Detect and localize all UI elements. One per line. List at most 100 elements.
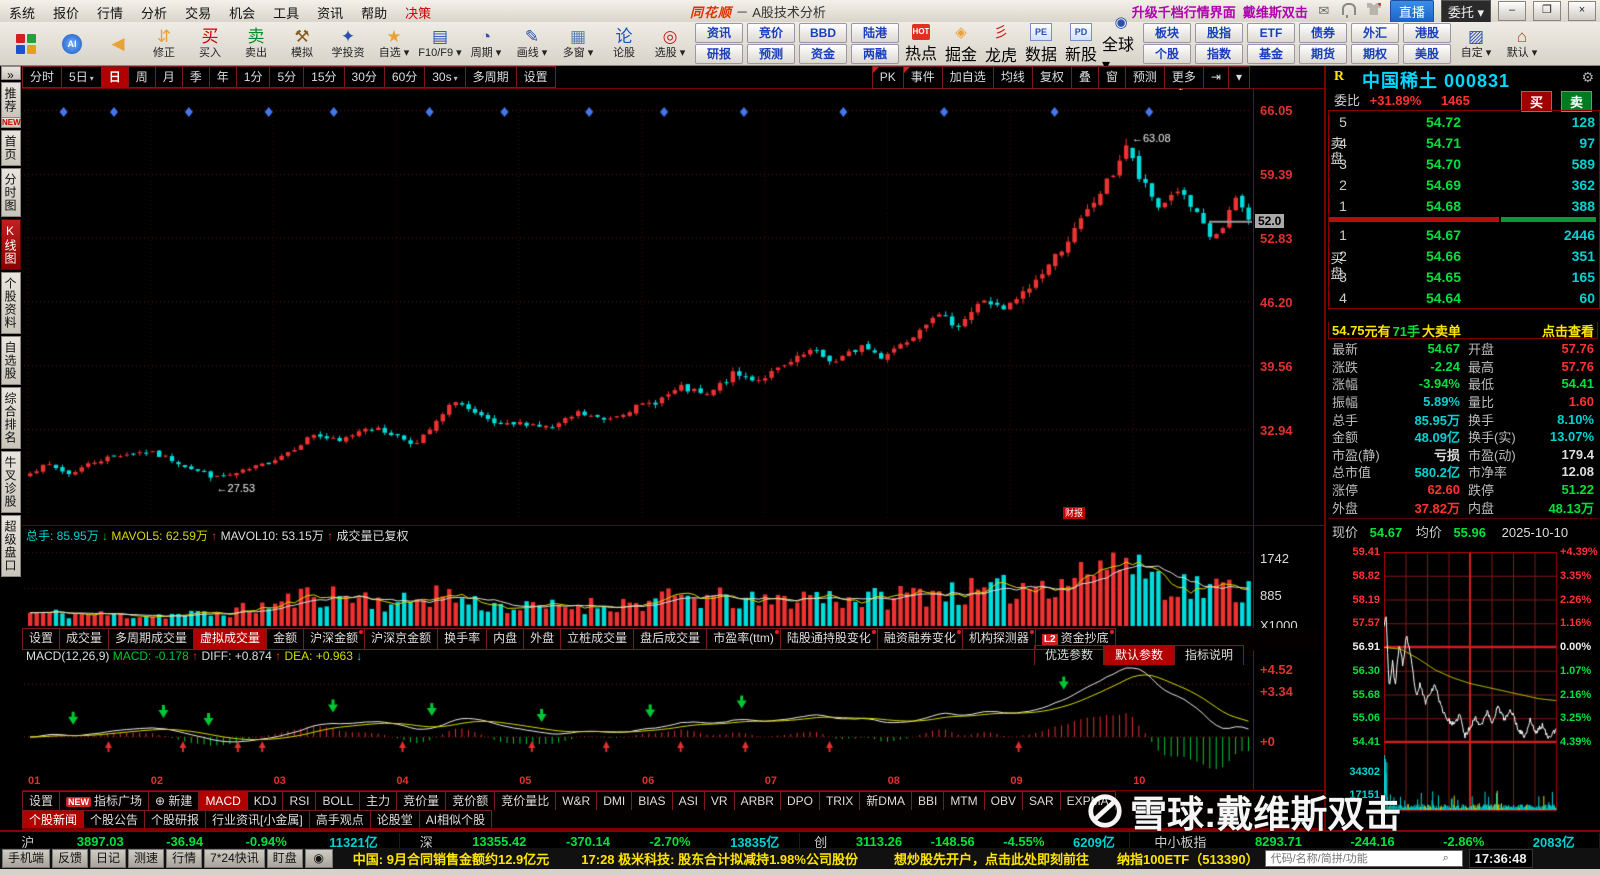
vol-tab-金额[interactable]: 金额 bbox=[267, 628, 305, 650]
period-tab-1分[interactable]: 1分 bbox=[236, 66, 271, 88]
toolbar-simulate-button[interactable]: ⚒ 模拟 bbox=[280, 24, 324, 64]
search-input[interactable] bbox=[1268, 851, 1443, 866]
gear-icon[interactable]: ⚙ bbox=[1581, 69, 1594, 86]
menu-资讯[interactable]: 资讯 bbox=[308, 0, 352, 22]
monitor-icon[interactable]: ◉ bbox=[304, 849, 333, 868]
toolbar-default-button[interactable]: ⌂ 默认 ▾ bbox=[1500, 24, 1544, 64]
sidebar-item-综合排名[interactable]: 综合排名 bbox=[1, 387, 21, 449]
macd-button-优选参数[interactable]: 优选参数 bbox=[1033, 645, 1104, 666]
vol-tab-融资融券变化[interactable]: 融资融券变化 bbox=[877, 628, 963, 650]
period-tab-5日[interactable]: 5日 ▾ bbox=[62, 66, 102, 88]
toolbar-板块-button[interactable]: 板块 bbox=[1143, 23, 1191, 43]
toolbar-预测-button[interactable]: 预测 bbox=[747, 44, 795, 64]
toolbar-数据-button[interactable]: PE 数据 bbox=[1022, 22, 1060, 64]
sidebar-collapse[interactable]: » bbox=[1, 66, 21, 82]
status-button-手机端[interactable]: 手机端 bbox=[2, 849, 51, 868]
toolbar-logo-button[interactable] bbox=[4, 24, 48, 64]
menu-系统[interactable]: 系统 bbox=[0, 0, 44, 22]
macd-button-指标说明[interactable]: 指标说明 bbox=[1173, 645, 1244, 666]
toolbar-learn-invest-button[interactable]: ✦ 学投资 bbox=[326, 24, 370, 64]
sidebar-item-K线图[interactable]: K线图 bbox=[1, 219, 21, 270]
vol-tab-陆股通持股变化[interactable]: 陆股通持股变化 bbox=[780, 628, 878, 650]
news-ticker-2[interactable]: 17:28 极米科技: 股东合计拟减持1.98%公司股份 bbox=[581, 849, 858, 868]
option-tab-PK[interactable]: PK bbox=[871, 66, 904, 89]
sidebar-item-首页[interactable]: 首页 bbox=[1, 130, 21, 166]
vol-tab-设置[interactable]: 设置 bbox=[22, 628, 61, 650]
account-name[interactable]: 戴维斯双击 bbox=[1243, 2, 1308, 21]
option-tab-事件[interactable]: 事件 bbox=[903, 66, 943, 89]
menu-分析[interactable]: 分析 bbox=[132, 0, 176, 22]
toolbar-外汇-button[interactable]: 外汇 bbox=[1351, 23, 1399, 43]
period-tab-30s[interactable]: 30s ▾ bbox=[425, 66, 466, 88]
open-account-promo[interactable]: 想炒股先开户，点击此处即刻前往 bbox=[894, 849, 1089, 868]
period-tab-月[interactable]: 月 bbox=[155, 66, 183, 88]
sidebar-item-自选股[interactable]: 自选股 bbox=[1, 336, 21, 385]
option-tab-复权[interactable]: 复权 bbox=[1032, 66, 1072, 89]
status-button-日记[interactable]: 日记 bbox=[90, 849, 127, 868]
menu-行情[interactable]: 行情 bbox=[88, 0, 132, 22]
toolbar-新股-button[interactable]: PD 新股 bbox=[1062, 22, 1100, 64]
event-badge[interactable]: 财报 bbox=[1063, 507, 1086, 519]
toolbar-美股-button[interactable]: 美股 bbox=[1403, 44, 1451, 64]
option-tab-▾[interactable]: ▾ bbox=[1228, 66, 1250, 89]
toolbar-股指-button[interactable]: 股指 bbox=[1195, 23, 1243, 43]
close-button[interactable]: × bbox=[1568, 1, 1596, 21]
vol-tab-外盘[interactable]: 外盘 bbox=[524, 628, 562, 650]
period-tab-年[interactable]: 年 bbox=[209, 66, 237, 88]
menu-决策[interactable]: 决策 bbox=[396, 0, 440, 22]
toolbar-ai-assistant-button[interactable]: AI bbox=[50, 24, 94, 64]
big-order-banner[interactable]: 54.75 元有 71手 大卖单 点击查看 bbox=[1328, 322, 1598, 339]
toolbar-竞价-button[interactable]: 竞价 bbox=[747, 23, 795, 43]
period-tab-15分[interactable]: 15分 bbox=[304, 66, 345, 88]
toolbar-港股-button[interactable]: 港股 bbox=[1403, 23, 1451, 43]
status-button-测速[interactable]: 测速 bbox=[128, 849, 165, 868]
status-button-盯盘[interactable]: 盯盘 bbox=[266, 849, 303, 868]
menu-交易[interactable]: 交易 bbox=[176, 0, 220, 22]
bell-icon[interactable] bbox=[1340, 3, 1358, 19]
toolbar-基金-button[interactable]: 基金 bbox=[1247, 44, 1295, 64]
option-tab-均线[interactable]: 均线 bbox=[993, 66, 1033, 89]
vol-tab-立桩成交量[interactable]: 立桩成交量 bbox=[561, 628, 635, 650]
toolbar-sell-button[interactable]: 卖卖出 bbox=[234, 24, 278, 64]
menu-报价[interactable]: 报价 bbox=[44, 0, 88, 22]
sell-button[interactable]: 卖 bbox=[1560, 91, 1592, 112]
sidebar-item-超级盘口[interactable]: 超级盘口 bbox=[1, 515, 21, 577]
vol-tab-机构探测器[interactable]: 机构探测器 bbox=[962, 628, 1036, 650]
toolbar-multiwindow-button[interactable]: ▦ 多窗 ▾ bbox=[556, 24, 600, 64]
macd-button-默认参数[interactable]: 默认参数 bbox=[1103, 645, 1174, 666]
toolbar-ETF-button[interactable]: ETF bbox=[1247, 23, 1295, 43]
period-tab-60分[interactable]: 60分 bbox=[384, 66, 426, 88]
skin-icon[interactable] bbox=[1365, 3, 1383, 19]
toolbar-研报-button[interactable]: 研报 bbox=[695, 44, 743, 64]
toolbar-BBD-button[interactable]: BBD bbox=[799, 23, 847, 43]
option-tab-预测[interactable]: 预测 bbox=[1125, 66, 1165, 89]
vol-tab-虚拟成交量[interactable]: 虚拟成交量 bbox=[194, 628, 268, 650]
toolbar-custom-button[interactable]: ▨ 自定 ▾ bbox=[1454, 24, 1498, 64]
kline-chart[interactable] bbox=[24, 90, 1252, 525]
toolbar-资金-button[interactable]: 资金 bbox=[799, 44, 847, 64]
vol-tab-成交量[interactable]: 成交量 bbox=[60, 628, 110, 650]
toolbar-个股-button[interactable]: 个股 bbox=[1143, 44, 1191, 64]
toolbar-forum-button[interactable]: 论论股 bbox=[602, 24, 646, 64]
toolbar-correct-button[interactable]: ⇵ 修正 bbox=[142, 24, 186, 64]
option-tab-更多[interactable]: 更多 bbox=[1164, 66, 1204, 89]
search-icon[interactable]: ⌕ bbox=[1443, 852, 1449, 865]
vol-tab-换手率[interactable]: 换手率 bbox=[438, 628, 488, 650]
vol-tab-盘后成交量[interactable]: 盘后成交量 bbox=[634, 628, 708, 650]
vol-tab-沪深京金额[interactable]: 沪深京金额 bbox=[365, 628, 439, 650]
period-tab-设置[interactable]: 设置 bbox=[516, 66, 556, 88]
toolbar-热点-button[interactable]: HOT 热点 bbox=[902, 23, 940, 64]
menu-帮助[interactable]: 帮助 bbox=[352, 0, 396, 22]
option-tab-加自选[interactable]: 加自选 bbox=[942, 66, 994, 89]
toolbar-期权-button[interactable]: 期权 bbox=[1351, 44, 1399, 64]
toolbar-资讯-button[interactable]: 资讯 bbox=[695, 23, 743, 43]
toolbar-period-button[interactable]: ◔ 周期 ▾ bbox=[464, 24, 508, 64]
volume-chart[interactable] bbox=[24, 542, 1252, 628]
macd-chart[interactable] bbox=[24, 665, 1252, 775]
vol-tab-沪深金额[interactable]: 沪深金额 bbox=[304, 628, 366, 650]
status-button-7*24快讯[interactable]: 7*24快讯 bbox=[204, 849, 265, 868]
upgrade-link[interactable]: 升级千档行情界面 bbox=[1132, 2, 1236, 21]
toolbar-drawline-button[interactable]: ✎ 画线 ▾ bbox=[510, 24, 554, 64]
status-button-行情[interactable]: 行情 bbox=[166, 849, 203, 868]
sidebar-item-个股资料[interactable]: 个股资料 bbox=[1, 272, 21, 334]
